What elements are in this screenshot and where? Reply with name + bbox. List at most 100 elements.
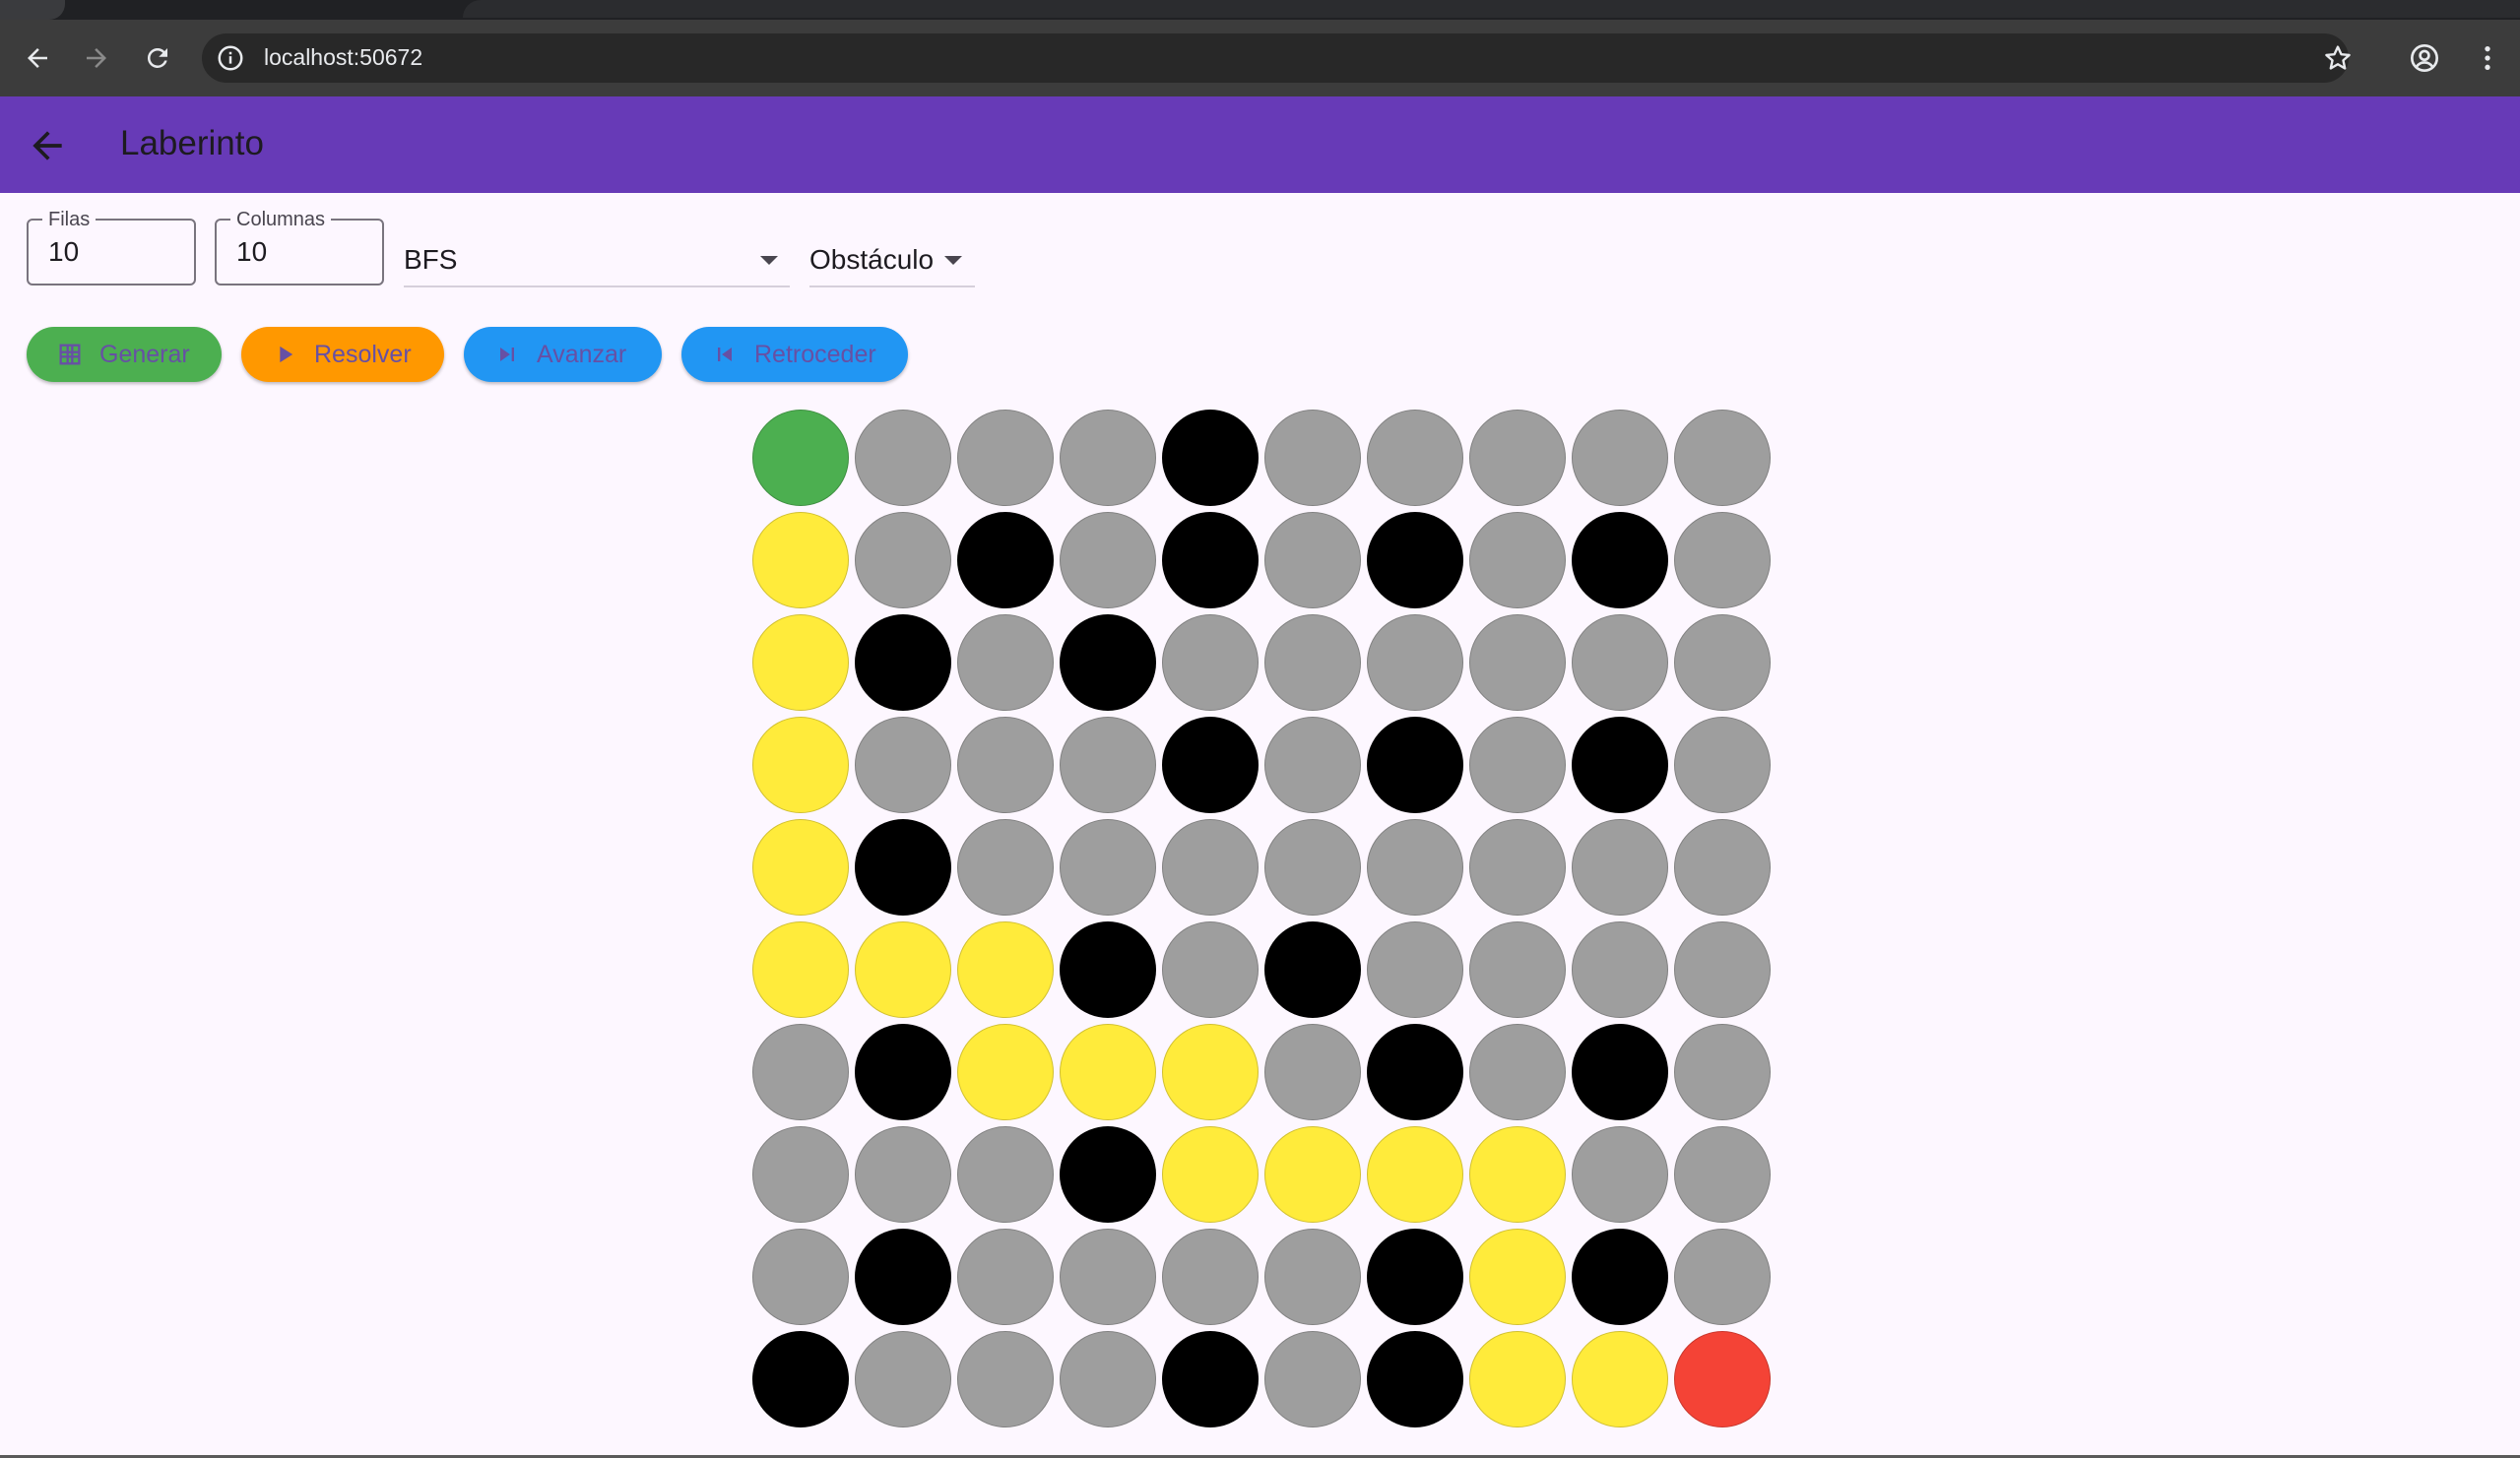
maze-cell-empty[interactable] <box>1162 1229 1259 1325</box>
rows-field[interactable]: Filas 10 <box>27 209 196 285</box>
maze-cell-path[interactable] <box>1264 1126 1361 1223</box>
maze-cell-empty[interactable] <box>1572 1126 1668 1223</box>
maze-cell-empty[interactable] <box>1469 614 1566 711</box>
maze-cell-path[interactable] <box>1469 1229 1566 1325</box>
maze-cell-empty[interactable] <box>1572 819 1668 916</box>
maze-cell-empty[interactable] <box>957 410 1054 506</box>
maze-cell-empty[interactable] <box>957 614 1054 711</box>
maze-cell-empty[interactable] <box>1367 819 1463 916</box>
columns-field-value[interactable]: 10 <box>236 236 267 268</box>
maze-cell-path[interactable] <box>1367 1126 1463 1223</box>
maze-cell-path[interactable] <box>752 717 849 813</box>
maze-cell-wall[interactable] <box>855 819 951 916</box>
maze-cell-empty[interactable] <box>1264 1024 1361 1120</box>
maze-cell-empty[interactable] <box>855 717 951 813</box>
maze-cell-empty[interactable] <box>1264 1331 1361 1427</box>
maze-cell-empty[interactable] <box>752 1024 849 1120</box>
maze-cell-path[interactable] <box>1572 1331 1668 1427</box>
maze-cell-empty[interactable] <box>1264 819 1361 916</box>
maze-cell-empty[interactable] <box>855 1126 951 1223</box>
maze-cell-empty[interactable] <box>1060 717 1156 813</box>
generate-button[interactable]: Generar <box>27 327 222 382</box>
maze-cell-wall[interactable] <box>752 1331 849 1427</box>
maze-cell-empty[interactable] <box>1264 512 1361 608</box>
profile-icon[interactable] <box>2409 42 2440 74</box>
rows-field-value[interactable]: 10 <box>48 236 79 268</box>
bookmark-star-icon[interactable] <box>2322 42 2354 74</box>
maze-cell-empty[interactable] <box>1674 1126 1771 1223</box>
maze-cell-wall[interactable] <box>1572 717 1668 813</box>
step-back-button[interactable]: Retroceder <box>681 327 908 382</box>
maze-cell-empty[interactable] <box>1060 1331 1156 1427</box>
maze-cell-wall[interactable] <box>1572 1229 1668 1325</box>
maze-cell-wall[interactable] <box>855 614 951 711</box>
maze-cell-empty[interactable] <box>1674 410 1771 506</box>
maze-cell-empty[interactable] <box>752 1126 849 1223</box>
maze-cell-path[interactable] <box>1469 1126 1566 1223</box>
maze-cell-empty[interactable] <box>957 819 1054 916</box>
maze-cell-empty[interactable] <box>1060 410 1156 506</box>
maze-cell-empty[interactable] <box>855 1331 951 1427</box>
maze-cell-path[interactable] <box>752 819 849 916</box>
maze-cell-empty[interactable] <box>1572 921 1668 1018</box>
maze-cell-wall[interactable] <box>1264 921 1361 1018</box>
maze-cell-empty[interactable] <box>1060 819 1156 916</box>
cell-type-dropdown[interactable]: Obstáculo <box>809 232 975 287</box>
maze-cell-path[interactable] <box>752 512 849 608</box>
maze-cell-empty[interactable] <box>1674 717 1771 813</box>
maze-cell-empty[interactable] <box>1162 819 1259 916</box>
maze-cell-empty[interactable] <box>1674 614 1771 711</box>
browser-forward-button[interactable] <box>79 37 114 79</box>
maze-cell-empty[interactable] <box>1367 921 1463 1018</box>
maze-cell-empty[interactable] <box>1060 512 1156 608</box>
maze-cell-empty[interactable] <box>855 410 951 506</box>
solve-button[interactable]: Resolver <box>241 327 444 382</box>
maze-cell-empty[interactable] <box>1469 1024 1566 1120</box>
maze-cell-empty[interactable] <box>957 717 1054 813</box>
maze-cell-wall[interactable] <box>1367 1024 1463 1120</box>
browser-menu-icon[interactable] <box>2472 42 2503 74</box>
maze-cell-wall[interactable] <box>855 1024 951 1120</box>
back-arrow-icon[interactable] <box>26 124 69 167</box>
browser-back-button[interactable] <box>20 37 55 79</box>
maze-cell-wall[interactable] <box>1060 921 1156 1018</box>
maze-cell-empty[interactable] <box>1060 1229 1156 1325</box>
maze-cell-empty[interactable] <box>1469 921 1566 1018</box>
maze-cell-wall[interactable] <box>1162 410 1259 506</box>
maze-cell-wall[interactable] <box>1060 1126 1156 1223</box>
maze-cell-empty[interactable] <box>1264 717 1361 813</box>
maze-cell-empty[interactable] <box>1162 921 1259 1018</box>
maze-cell-wall[interactable] <box>1162 512 1259 608</box>
maze-cell-path[interactable] <box>752 921 849 1018</box>
maze-cell-empty[interactable] <box>1469 717 1566 813</box>
maze-cell-empty[interactable] <box>1264 1229 1361 1325</box>
maze-cell-wall[interactable] <box>1367 717 1463 813</box>
columns-field[interactable]: Columnas 10 <box>215 209 384 285</box>
address-bar[interactable] <box>202 33 2349 83</box>
browser-reload-button[interactable] <box>140 37 175 79</box>
maze-cell-wall[interactable] <box>1162 717 1259 813</box>
maze-cell-path[interactable] <box>1469 1331 1566 1427</box>
maze-cell-empty[interactable] <box>1367 410 1463 506</box>
maze-cell-wall[interactable] <box>957 512 1054 608</box>
maze-cell-path[interactable] <box>752 614 849 711</box>
maze-cell-wall[interactable] <box>1572 1024 1668 1120</box>
maze-cell-empty[interactable] <box>1674 819 1771 916</box>
maze-cell-path[interactable] <box>1162 1024 1259 1120</box>
maze-cell-start[interactable] <box>752 410 849 506</box>
maze-cell-wall[interactable] <box>1572 512 1668 608</box>
maze-cell-empty[interactable] <box>957 1229 1054 1325</box>
algorithm-dropdown[interactable]: BFS <box>404 232 790 287</box>
maze-cell-path[interactable] <box>855 921 951 1018</box>
maze-cell-wall[interactable] <box>855 1229 951 1325</box>
maze-cell-wall[interactable] <box>1060 614 1156 711</box>
maze-cell-empty[interactable] <box>1469 410 1566 506</box>
maze-cell-empty[interactable] <box>1572 614 1668 711</box>
maze-cell-wall[interactable] <box>1367 1331 1463 1427</box>
maze-cell-end[interactable] <box>1674 1331 1771 1427</box>
maze-cell-empty[interactable] <box>1367 614 1463 711</box>
maze-cell-path[interactable] <box>1060 1024 1156 1120</box>
maze-cell-wall[interactable] <box>1367 512 1463 608</box>
maze-cell-empty[interactable] <box>1674 1229 1771 1325</box>
maze-cell-path[interactable] <box>957 1024 1054 1120</box>
